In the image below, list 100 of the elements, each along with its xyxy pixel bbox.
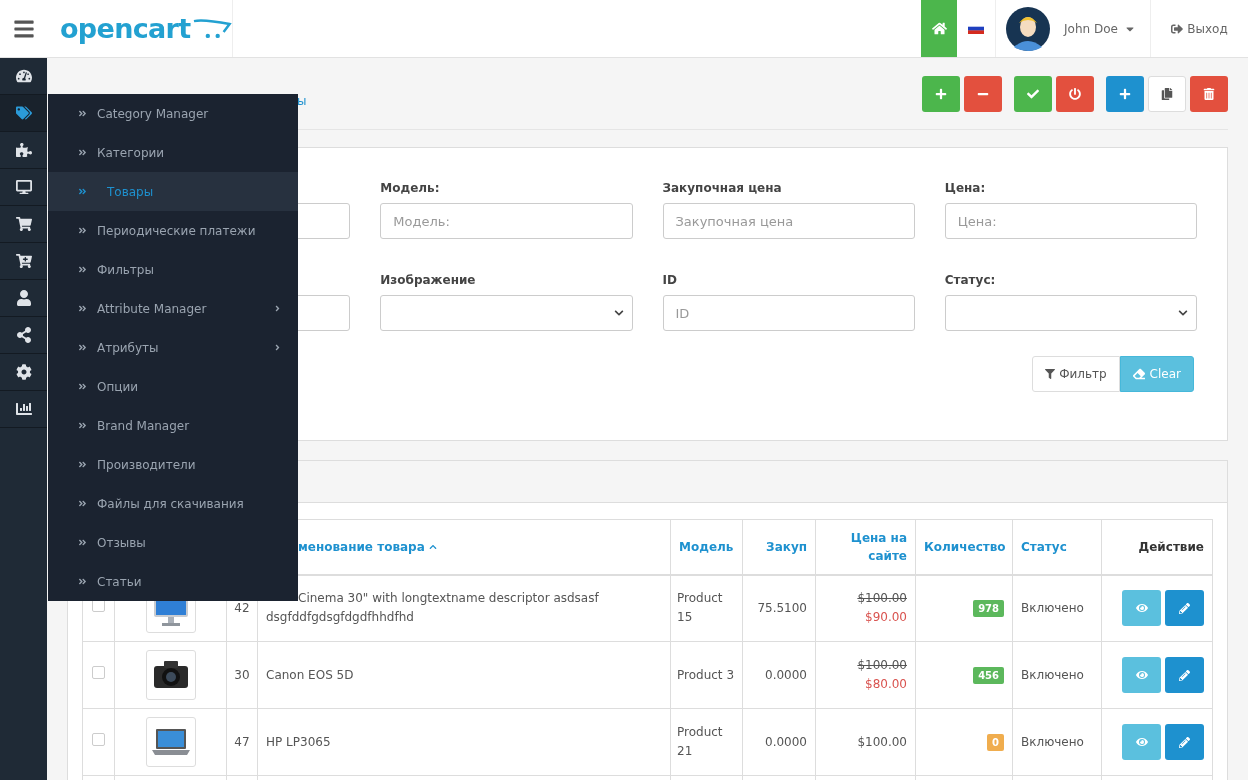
- breadcrumb-link[interactable]: ы: [297, 91, 307, 110]
- pencil-icon: [1179, 669, 1190, 681]
- column-sort-link[interactable]: менование товара: [298, 537, 437, 556]
- sort-caret-icon: [428, 542, 437, 551]
- sign-out-icon: [1171, 22, 1184, 35]
- toolbar-button[interactable]: [1106, 75, 1144, 112]
- view-button[interactable]: [1122, 657, 1161, 693]
- old-price: $100.00: [857, 590, 907, 608]
- cart-icon: [15, 216, 32, 232]
- plus-icon: [935, 87, 947, 100]
- input-field[interactable]: Закупочная цена: [662, 203, 915, 239]
- table-cell-text: HP LP3065: [266, 733, 332, 751]
- table-cell: 75.5100: [757, 601, 807, 616]
- toolbar-button[interactable]: [1190, 75, 1228, 112]
- eye-icon: [1135, 736, 1148, 748]
- view-button[interactable]: [1122, 724, 1161, 760]
- eraser-icon: [1132, 368, 1145, 380]
- sidebar-item[interactable]: [0, 95, 47, 132]
- input-field[interactable]: Модель:: [380, 203, 633, 239]
- double-chevron-icon: [78, 148, 87, 157]
- submenu-item[interactable]: Attribute Manager: [48, 289, 298, 328]
- column-header: Действие: [1138, 539, 1204, 554]
- select-field[interactable]: [380, 295, 633, 331]
- quantity-badge: 456: [973, 667, 1004, 684]
- double-chevron-icon: [78, 187, 87, 196]
- double-chevron-icon: [78, 343, 87, 352]
- row-checkbox[interactable]: [92, 666, 105, 679]
- quantity-badge: 978: [973, 600, 1004, 618]
- home-button[interactable]: [921, 0, 957, 57]
- table-cell: Product 15: [677, 591, 723, 625]
- toolbar-button[interactable]: [1148, 75, 1186, 112]
- field-label: Изображение: [380, 273, 476, 287]
- table-cell: Включено: [1021, 601, 1084, 616]
- submenu-item[interactable]: Brand Manager: [48, 406, 298, 445]
- old-price: $100.00: [857, 657, 907, 674]
- chevron-right-icon: [273, 343, 282, 352]
- table-cell: 42: [234, 601, 250, 615]
- submenu-item[interactable]: Фильтры: [48, 250, 298, 289]
- bar-chart-icon: [15, 401, 32, 417]
- quantity-badge: 0: [987, 734, 1004, 751]
- trash-icon: [1203, 87, 1215, 100]
- plus-icon: [1119, 87, 1131, 100]
- input-field[interactable]: Цена:: [944, 203, 1197, 239]
- logout-link[interactable]: Выход: [1150, 0, 1248, 57]
- submenu-item[interactable]: Производители: [48, 445, 298, 484]
- submenu-item[interactable]: Category Manager: [48, 94, 298, 133]
- share-icon: [15, 327, 32, 343]
- filter-icon: [1045, 369, 1056, 379]
- filter-button[interactable]: Фильтр: [1032, 356, 1120, 392]
- edit-button[interactable]: [1165, 724, 1204, 760]
- table-cell: 30: [234, 668, 250, 682]
- cart-logo-icon: [192, 17, 232, 40]
- field-label: Модель:: [380, 181, 440, 195]
- table-cell: Включено: [1021, 668, 1084, 682]
- pencil-icon: [1179, 602, 1190, 614]
- edit-button[interactable]: [1165, 657, 1204, 693]
- double-chevron-icon: [78, 226, 87, 235]
- cart-plus-icon: [15, 253, 32, 269]
- view-button[interactable]: [1122, 590, 1161, 627]
- double-chevron-icon: [78, 460, 87, 469]
- input-field[interactable]: ID: [662, 295, 915, 331]
- toolbar-button[interactable]: [964, 75, 1002, 112]
- table-cell: 0.0000: [765, 668, 807, 682]
- table-cell: 47: [234, 735, 250, 749]
- column-sort-link[interactable]: Статус: [1021, 537, 1067, 556]
- home-icon: [931, 21, 947, 36]
- monitor-icon: [15, 179, 32, 195]
- submenu-item[interactable]: Категории: [48, 133, 298, 172]
- tag-icon: [15, 105, 32, 121]
- double-chevron-icon: [78, 577, 87, 586]
- edit-button[interactable]: [1165, 590, 1204, 627]
- submenu-item[interactable]: Товары: [48, 172, 298, 211]
- puzzle-icon: [15, 142, 32, 158]
- toolbar-button[interactable]: [1056, 75, 1094, 112]
- field-label: Закупочная цена: [662, 181, 782, 195]
- submenu-item[interactable]: Периодические платежи: [48, 211, 298, 250]
- submenu-item[interactable]: Атрибуты: [48, 328, 298, 367]
- column-sort-link[interactable]: Закуп: [766, 537, 807, 556]
- price: $100.00: [857, 733, 907, 751]
- gear-icon: [15, 364, 32, 380]
- field-label: Статус:: [944, 273, 996, 287]
- submenu-item[interactable]: Отзывы: [48, 523, 298, 562]
- submenu-item[interactable]: Опции: [48, 367, 298, 406]
- double-chevron-icon: [78, 538, 87, 547]
- double-chevron-icon: [78, 304, 87, 313]
- user-icon: [15, 290, 32, 306]
- submenu-item[interactable]: Файлы для скачивания: [48, 484, 298, 523]
- double-chevron-icon: [78, 265, 87, 274]
- table-cell: Product 3: [677, 667, 734, 682]
- user-menu[interactable]: John Doe: [995, 0, 1150, 57]
- row-checkbox[interactable]: [92, 733, 105, 746]
- price: $80.00: [865, 676, 907, 693]
- copy-icon: [1161, 87, 1173, 100]
- field-label: ID: [662, 273, 677, 287]
- table-cell: Включено: [1021, 735, 1084, 749]
- table-cell: 0.0000: [765, 735, 807, 749]
- double-chevron-icon: [78, 382, 87, 391]
- select-field[interactable]: [944, 295, 1197, 331]
- pencil-icon: [1179, 736, 1190, 748]
- double-chevron-icon: [78, 109, 87, 118]
